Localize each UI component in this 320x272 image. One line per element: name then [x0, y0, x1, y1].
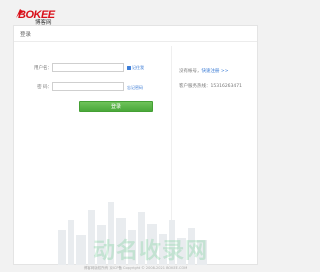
username-label: 用户名： — [34, 66, 52, 71]
footer-copyright: 博客网版权所有 京ICP备 Copyright © 2008-2021 BOKE… — [83, 266, 188, 270]
remember-checkbox[interactable] — [127, 66, 131, 70]
register-link[interactable]: 快速注册 >> — [202, 69, 229, 74]
password-label: 密 码： — [37, 85, 52, 90]
password-input[interactable] — [52, 82, 124, 91]
watermark-text: 动名收录网 — [93, 239, 209, 264]
service-hotline: 客户服务热线：15316263471 — [179, 84, 242, 89]
remember-label: 记住我 — [132, 65, 144, 70]
panel-divider — [14, 41, 257, 42]
login-button[interactable]: 登录 — [79, 101, 153, 112]
forgot-password-link[interactable]: 忘记密码 — [127, 85, 143, 91]
panel-title: 登录 — [20, 32, 32, 38]
remember-me[interactable]: 记住我 — [127, 65, 144, 71]
username-input[interactable] — [52, 63, 124, 72]
register-prefix: 没有帐号， — [179, 69, 202, 74]
register-prompt: 没有帐号，快速注册 >> — [179, 68, 228, 74]
site-logo[interactable]: BOKEE 博客网 — [8, 5, 68, 27]
